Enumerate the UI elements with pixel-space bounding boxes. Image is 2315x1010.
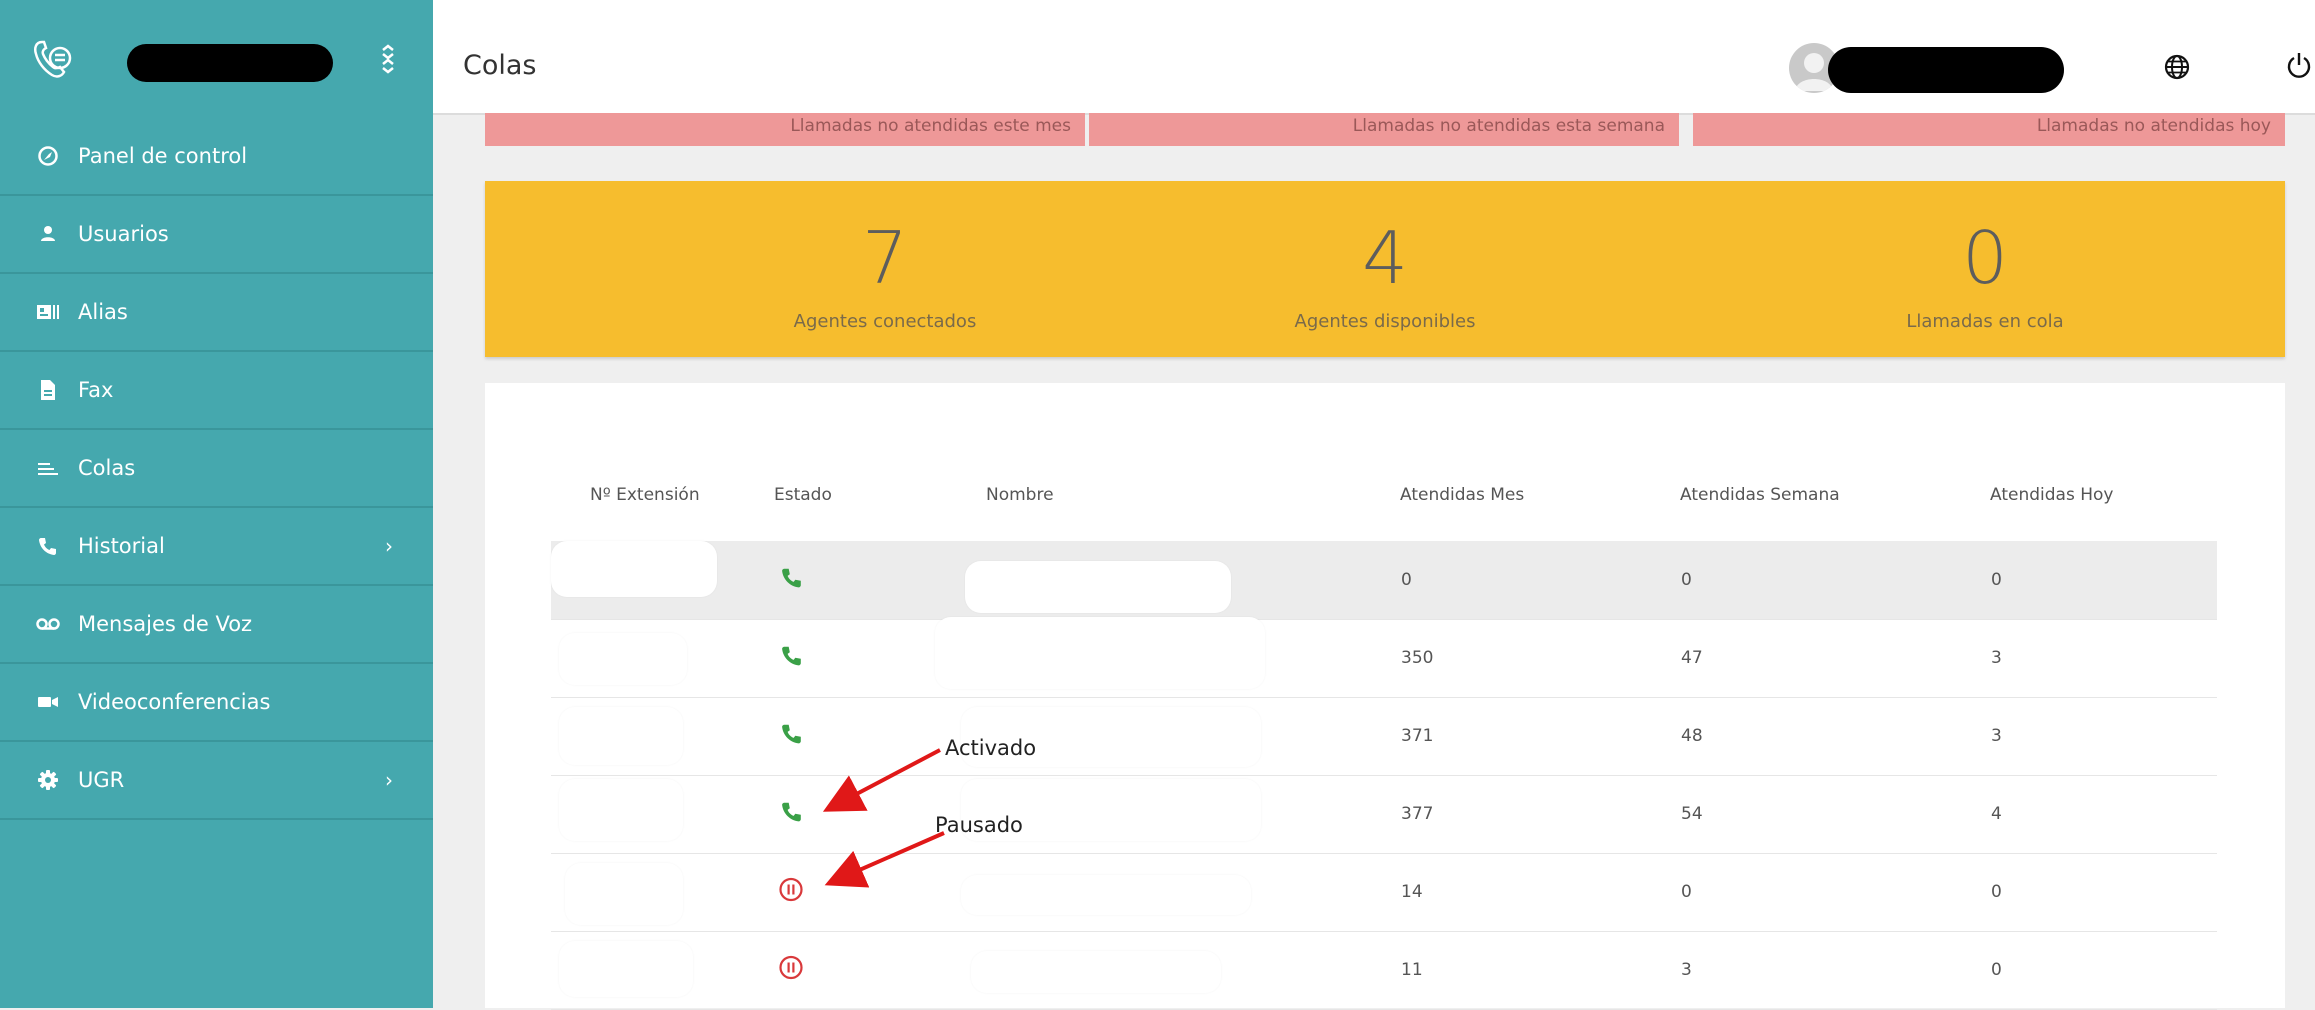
annotation-arrows [822, 748, 945, 888]
annotation-activado: Activado [945, 736, 1037, 760]
annotation-pausado: Pausado [935, 813, 1023, 837]
activado-arrow [822, 748, 941, 812]
pausado-arrow [824, 831, 945, 888]
